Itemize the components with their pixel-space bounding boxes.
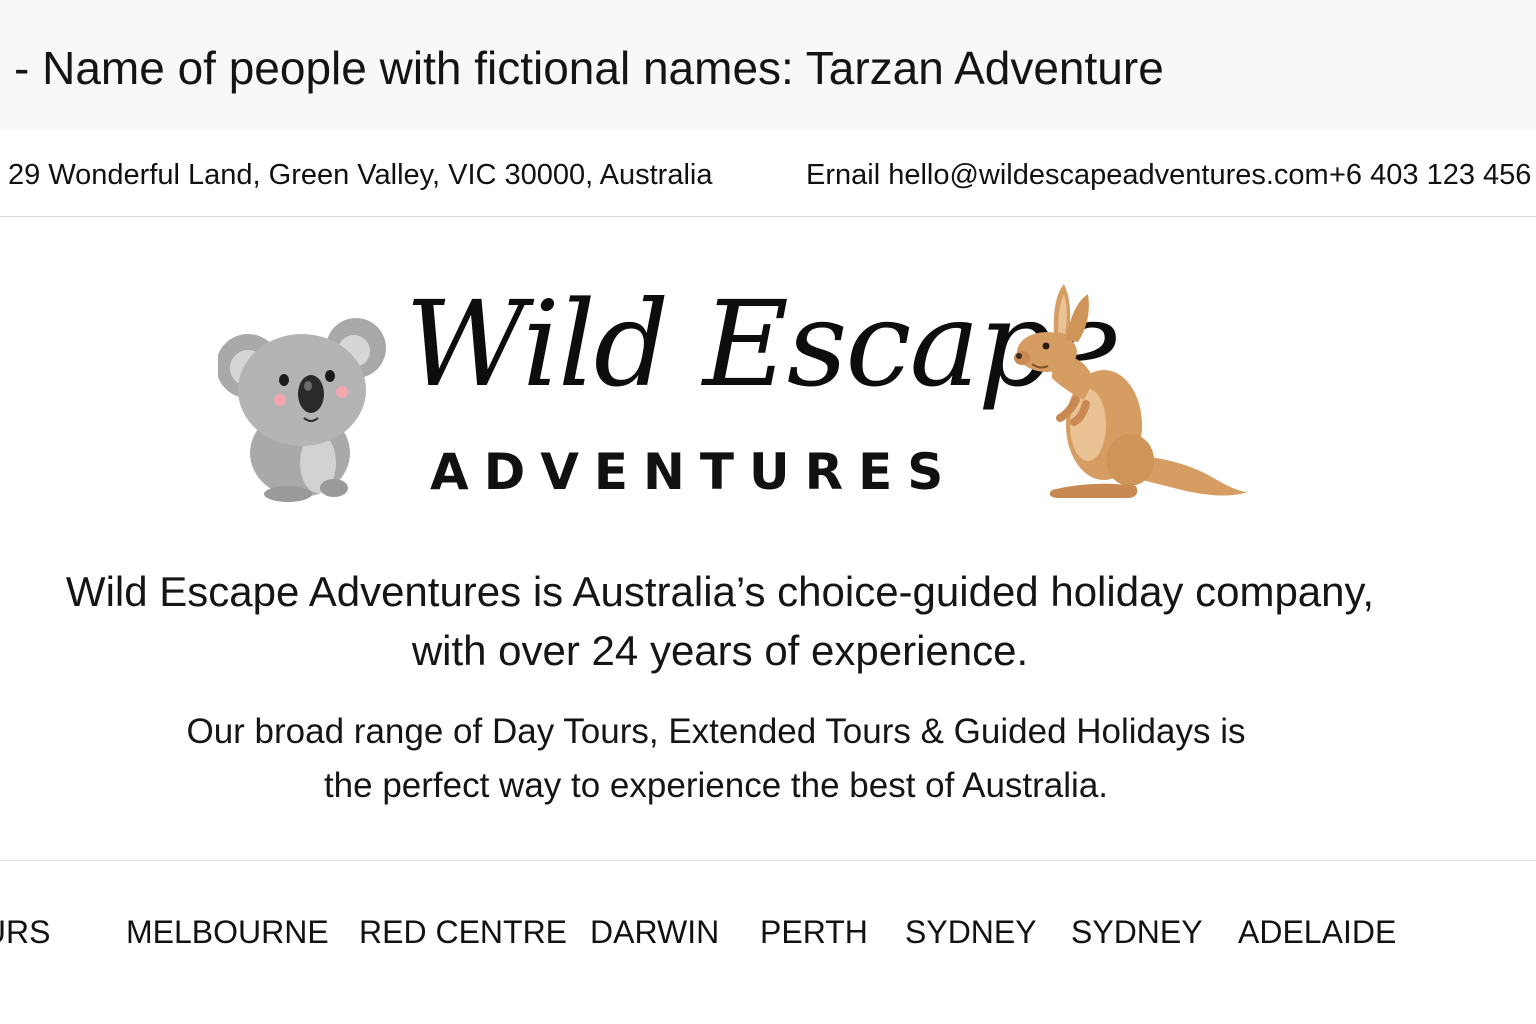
nav-item-perth[interactable]: PERTH xyxy=(760,913,868,951)
intro-heading: Wild Escape Adventures is Australia’s ch… xyxy=(0,562,1440,680)
page: - Name of people with fictional names: T… xyxy=(0,0,1536,1024)
nav-item-adelaide[interactable]: ADELAIDE xyxy=(1238,913,1396,951)
caption-text: - Name of people with fictional names: T… xyxy=(14,42,1164,94)
address-text: 29 Wonderful Land, Green Valley, VIC 300… xyxy=(8,159,713,191)
destination-nav: OURS MELBOURNE RED CENTRE DARWIN PERTH S… xyxy=(0,860,1536,1024)
caption-bar: - Name of people with fictional names: T… xyxy=(0,0,1536,130)
intro-line-1: Wild Escape Adventures is Australia’s ch… xyxy=(65,568,1375,615)
logo[interactable]: Wild Escape ADVENTURES xyxy=(200,270,1280,520)
nav-item-tours[interactable]: OURS xyxy=(0,913,50,951)
koala-icon xyxy=(218,318,386,502)
email-link[interactable]: Ernail hello@wildescapeadventures.com xyxy=(806,158,1329,192)
intro-line-4: the perfect way to experience the best o… xyxy=(323,766,1109,805)
intro-line-2: with over 24 years of experience. xyxy=(411,627,1029,674)
logo-subtitle: ADVENTURES xyxy=(430,443,959,501)
phone-link[interactable]: +6 403 123 456 xyxy=(1329,158,1531,192)
contact-bar: 29 Wonderful Land, Green Valley, VIC 300… xyxy=(0,130,1536,217)
intro-description: Our broad range of Day Tours, Extended T… xyxy=(0,705,1432,813)
nav-item-melbourne[interactable]: MELBOURNE xyxy=(126,913,329,951)
kangaroo-icon xyxy=(1014,284,1248,498)
nav-item-sydney-2[interactable]: SYDNEY xyxy=(1071,913,1203,951)
intro-line-3: Our broad range of Day Tours, Extended T… xyxy=(186,712,1246,751)
nav-item-red-centre[interactable]: RED CENTRE xyxy=(359,913,567,951)
nav-item-sydney[interactable]: SYDNEY xyxy=(905,913,1037,951)
nav-item-darwin[interactable]: DARWIN xyxy=(590,913,719,951)
